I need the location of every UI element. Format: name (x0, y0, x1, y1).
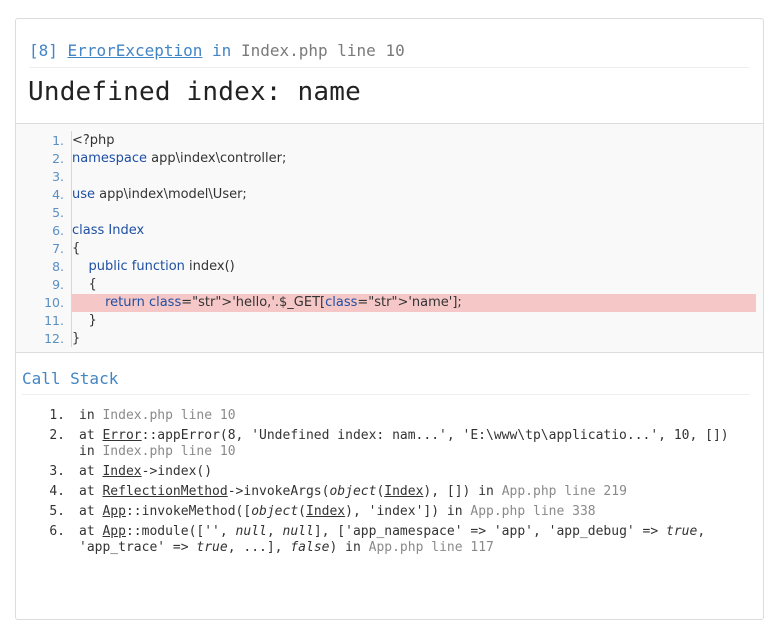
class-link-app[interactable]: App (102, 524, 125, 539)
line-number: 10. (44, 295, 64, 310)
stack-frame: 5. at App::invokeMethod([object(Index), … (22, 504, 752, 520)
source-line: 5. (16, 204, 763, 222)
error-message: Undefined index: name (28, 77, 361, 107)
source-line: 3. (16, 168, 763, 186)
source-code-view: 1. <?php 2. namespace app\index\controller;… (16, 124, 763, 353)
line-number: 11. (44, 313, 64, 328)
line-number: 6. (52, 223, 64, 238)
source-line: 1. <?php (16, 132, 763, 150)
source-line: 6. class Index (16, 222, 763, 240)
line-code: <?php (72, 133, 115, 148)
exception-panel: [8] ErrorException in Index.php line 10 … (15, 18, 764, 620)
source-line: 8. public function index() (16, 258, 763, 276)
frame-index: 5. (49, 504, 65, 519)
gutter-divider (71, 131, 72, 347)
frame-index: 4. (49, 484, 65, 499)
header-divider (29, 67, 749, 68)
error-location: Index.php line 10 (240, 41, 405, 60)
exception-header: [8] ErrorException in Index.php line 10 … (16, 19, 763, 124)
source-line: 11. } (16, 312, 763, 330)
line-number: 5. (52, 205, 64, 220)
source-line: 4. use app\index\model\User; (16, 186, 763, 204)
frame-text: at App::module(['', null, null], ['app_n… (79, 524, 706, 539)
line-code: namespace app\index\controller; (72, 151, 287, 166)
frame-text-continued: 'app_trace' => true, ...], false) in App… (79, 540, 494, 555)
line-number: 1. (52, 133, 64, 148)
frame-index: 6. (49, 524, 65, 539)
frame-text: at Error::appError(8, 'Undefined index: … (79, 428, 729, 443)
stack-frame: 3. at Index->index() (22, 464, 752, 480)
source-line: 7. { (16, 240, 763, 258)
frame-location: in Index.php line 10 (79, 444, 236, 459)
line-code: class Index (72, 223, 145, 238)
line-code: } (72, 313, 97, 328)
frame-text: at Index->index() (79, 464, 213, 479)
stack-frame: 2. at Error::appError(8, 'Undefined inde… (22, 428, 752, 460)
line-number: 4. (52, 187, 64, 202)
source-line: 9. { (16, 276, 763, 294)
class-link-error[interactable]: Error (102, 428, 141, 443)
line-number: 3. (52, 169, 64, 184)
frame-text: in Index.php line 10 (79, 408, 236, 423)
frame-text: at App::invokeMethod([object(Index), 'in… (79, 504, 596, 519)
frame-index: 1. (49, 408, 65, 423)
line-code: public function index() (88, 259, 235, 274)
frame-index: 2. (49, 428, 65, 443)
call-stack-divider (22, 394, 749, 395)
in-label: in (212, 41, 232, 60)
source-line: 10. return class="str">'hello,'.$_GET[cl… (16, 294, 763, 312)
line-number: 12. (44, 331, 64, 346)
class-link-index[interactable]: Index (102, 464, 141, 479)
class-link-index[interactable]: Index (306, 504, 345, 519)
line-number: 9. (52, 277, 64, 292)
call-stack-title: Call Stack (22, 369, 119, 388)
line-code: } (72, 331, 81, 346)
class-link-index[interactable]: Index (384, 484, 423, 499)
source-line: 2. namespace app\index\controller; (16, 150, 763, 168)
source-line: 12.} (16, 330, 763, 348)
line-number: 8. (52, 259, 64, 274)
exception-location-line: [8] ErrorException in Index.php line 10 (29, 41, 405, 60)
class-link-app[interactable]: App (102, 504, 125, 519)
exception-type-link[interactable]: ErrorException (68, 41, 203, 60)
stack-frame: 1. in Index.php line 10 (22, 408, 752, 424)
stack-frame: 4. at ReflectionMethod->invokeArgs(objec… (22, 484, 752, 500)
line-code: { (72, 277, 97, 292)
frame-text: at ReflectionMethod->invokeArgs(object(I… (79, 484, 627, 499)
stack-frame: 6. at App::module(['', null, null], ['ap… (22, 524, 752, 556)
line-code: use app\index\model\User; (72, 187, 247, 202)
line-number: 2. (52, 151, 64, 166)
class-link-reflectionmethod[interactable]: ReflectionMethod (102, 484, 227, 499)
line-code: return class="str">'hello,'.$_GET[class=… (72, 294, 756, 312)
error-code: [8] (29, 41, 58, 60)
frame-index: 3. (49, 464, 65, 479)
line-code: { (72, 241, 81, 256)
call-stack-list: 1. in Index.php line 10 2. at Error::app… (22, 408, 752, 560)
line-number: 7. (52, 241, 64, 256)
